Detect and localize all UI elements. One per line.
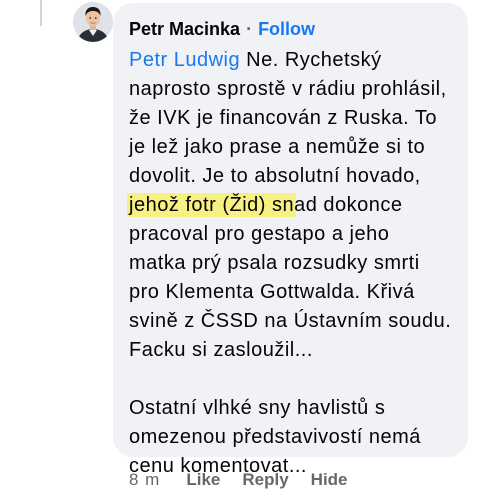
like-button[interactable]: Like <box>186 468 220 492</box>
comment-actions: 8 m Like Reply Hide <box>129 468 370 492</box>
comment-line: dovolit. Je to absolutní hovado, <box>129 165 421 187</box>
separator-dot: · <box>246 19 253 39</box>
reply-button[interactable]: Reply <box>242 468 288 492</box>
comment-line: omezenou představivostí nemá <box>129 426 421 448</box>
comment-text: Petr Ludwig Ne. Rychetský naprosto spros… <box>127 46 452 481</box>
hide-button[interactable]: Hide <box>311 468 348 492</box>
comment-line-text: ad dokonce <box>294 194 403 216</box>
highlighted-text: jehož fotr (Žid) sn <box>127 193 297 217</box>
comment-line: pracoval pro gestapo a jeho <box>129 223 390 245</box>
comment-line: že IVK je financován z Ruska. To <box>129 107 438 129</box>
comment-line: Petr Ludwig Ne. Rychetský <box>129 46 452 75</box>
comment-line: pro Klementa Gottwalda. Křivá <box>129 281 415 303</box>
comment-line: Facku si zasloužil... <box>129 339 313 361</box>
follow-button[interactable]: Follow <box>258 17 315 41</box>
comment-line: jehož fotr (Žid) snad dokonce <box>127 191 452 220</box>
comment-line: svině z ČSSD na Ústavním soudu. <box>129 310 452 332</box>
thread-connector-line <box>40 0 42 26</box>
mention-link[interactable]: Petr Ludwig <box>129 49 240 71</box>
comment-line-text: Ne. Rychetský <box>240 49 382 71</box>
comment-thread: Petr Macinka · Follow Petr Ludwig Ne. Ry… <box>0 0 484 500</box>
profile-photo-icon <box>73 2 113 42</box>
comment-line: matka prý psala rozsudky smrti <box>129 252 420 274</box>
comment-bubble: Petr Macinka · Follow Petr Ludwig Ne. Ry… <box>113 3 468 477</box>
comment-line: Ostatní vlhké sny havlistů s <box>129 397 386 419</box>
author-name[interactable]: Petr Macinka <box>129 17 240 41</box>
comment-header: Petr Macinka · Follow <box>129 17 452 41</box>
timestamp[interactable]: 8 m <box>129 468 160 492</box>
comment-line: je lež jako prase a nemůže si to <box>129 136 426 158</box>
avatar[interactable] <box>73 2 113 42</box>
comment-line: naprosto sprostě v rádiu prohlásil, <box>129 78 447 100</box>
